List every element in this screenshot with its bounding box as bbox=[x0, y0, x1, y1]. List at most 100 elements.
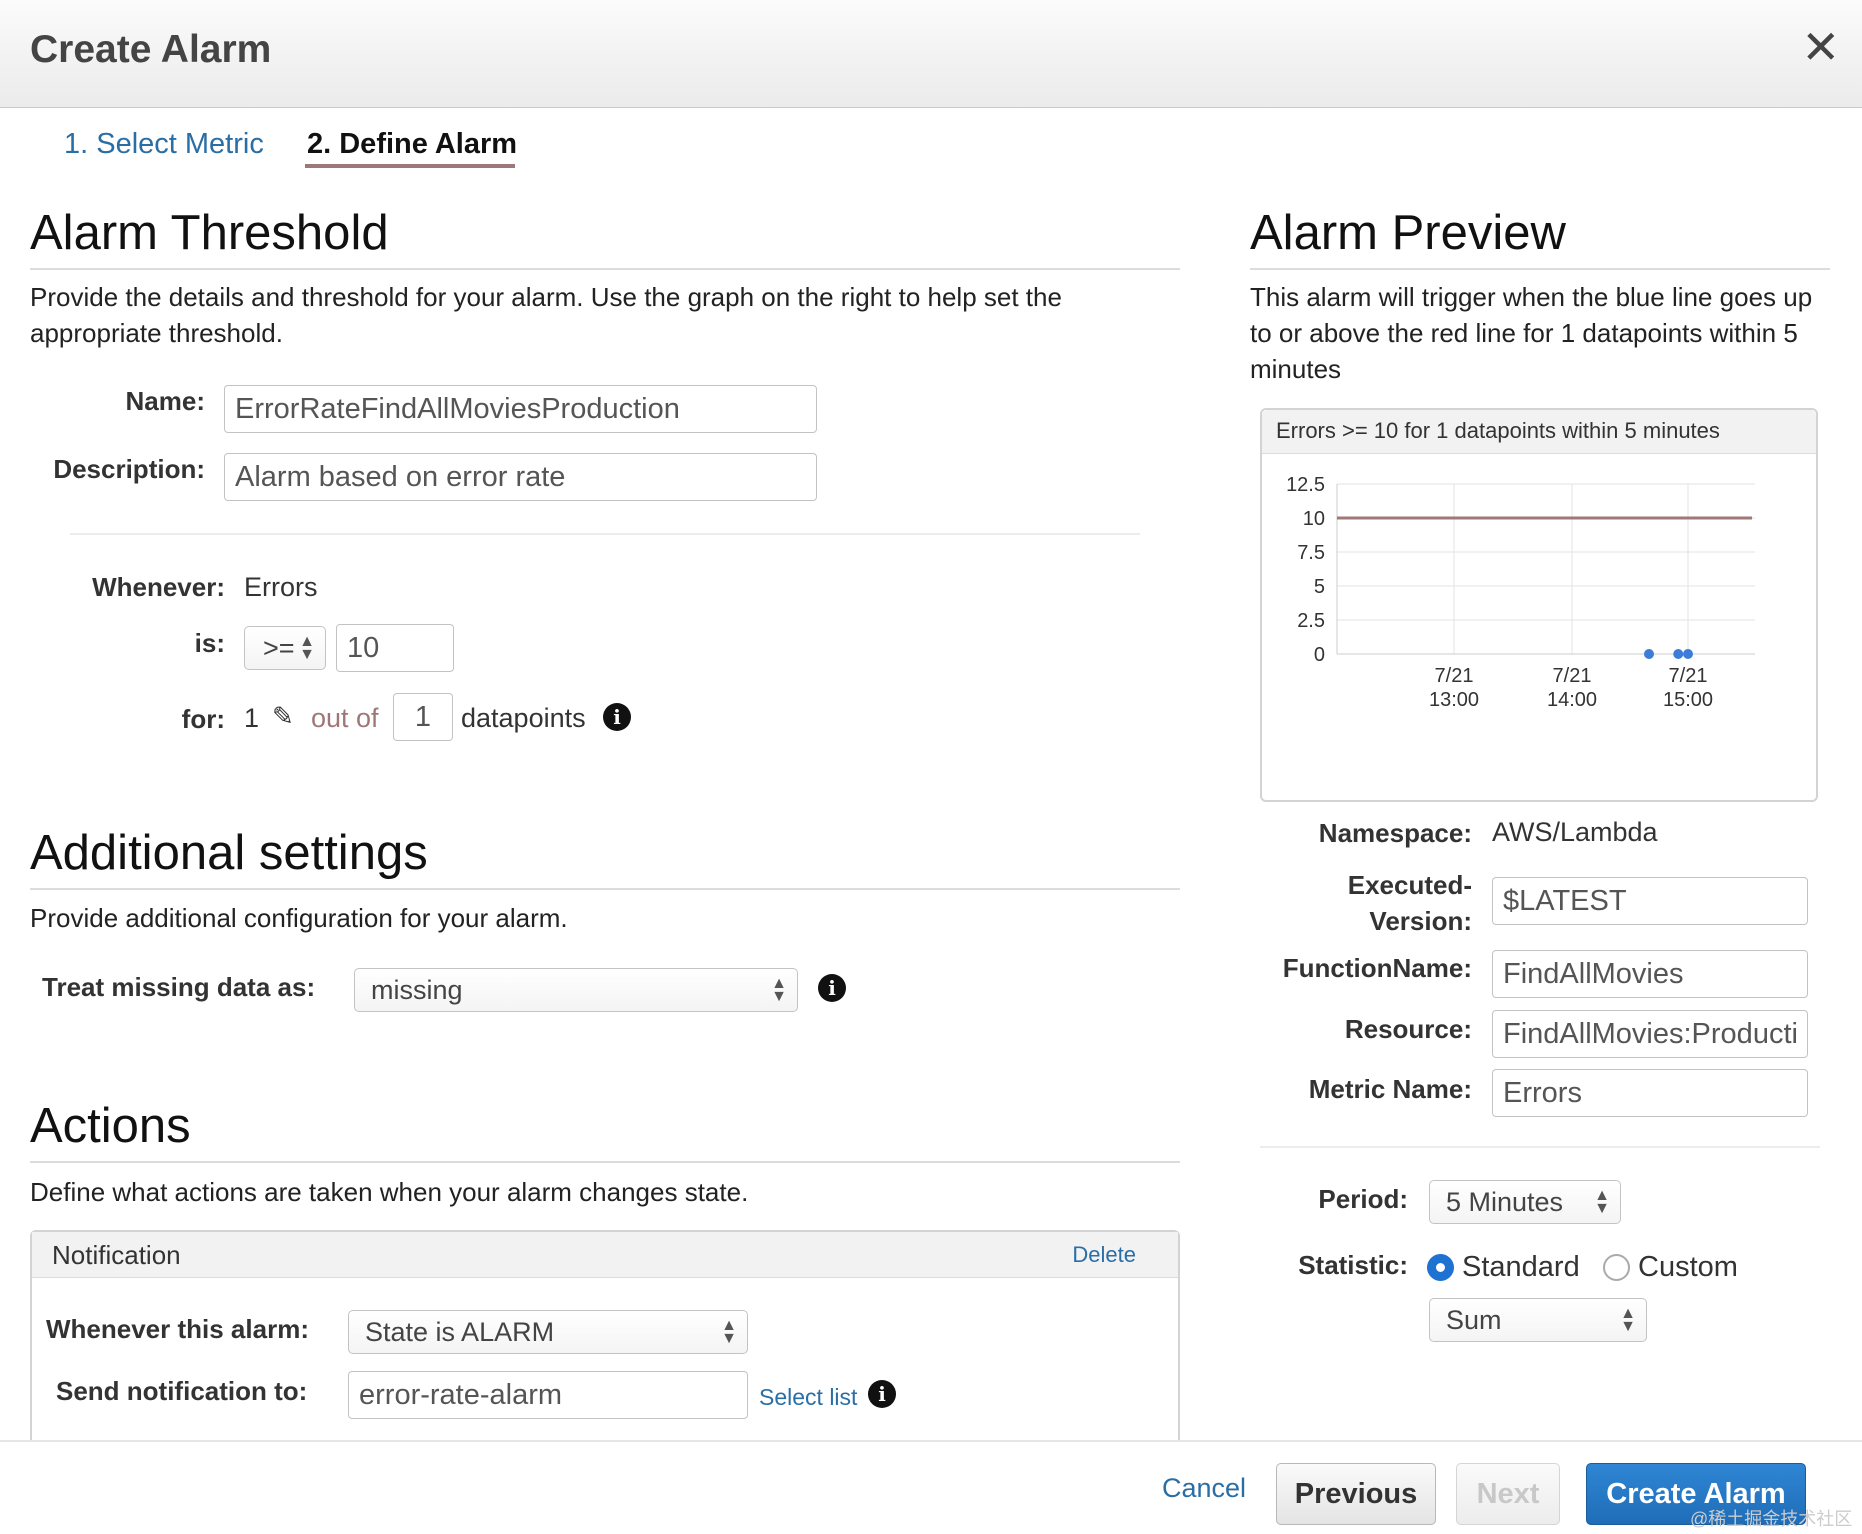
operator-value: >= bbox=[263, 633, 295, 663]
pencil-icon[interactable]: ✎ bbox=[272, 701, 294, 732]
x-tick-label: 14:00 bbox=[1547, 689, 1597, 711]
resource-label: Resource: bbox=[1344, 1014, 1472, 1044]
cancel-link[interactable]: Cancel bbox=[1162, 1473, 1246, 1504]
y-tick-label: 2.5 bbox=[1297, 610, 1325, 632]
data-point bbox=[1644, 649, 1654, 659]
active-tab-indicator bbox=[305, 164, 515, 168]
tab-define-alarm[interactable]: 2. Define Alarm bbox=[307, 128, 517, 161]
next-button[interactable]: Next bbox=[1456, 1463, 1560, 1525]
datapoints-input[interactable]: 1 bbox=[393, 693, 453, 741]
select-arrows-icon: ▲ ▼ bbox=[721, 1317, 737, 1347]
out-of-link[interactable]: out of bbox=[311, 703, 379, 734]
divider bbox=[70, 533, 1140, 535]
close-icon[interactable]: ✕ bbox=[1801, 24, 1840, 70]
x-tick-label: 7/21 bbox=[1435, 665, 1474, 687]
alarm-state-value: State is ALARM bbox=[365, 1317, 555, 1347]
alarm-name-input[interactable]: ErrorRateFindAllMoviesProduction bbox=[224, 385, 817, 433]
footer-divider bbox=[0, 1440, 1862, 1442]
namespace-label: Namespace: bbox=[1318, 818, 1472, 848]
statistic-select[interactable]: Sum ▲ ▼ bbox=[1429, 1298, 1647, 1342]
namespace-value: AWS/Lambda bbox=[1492, 817, 1658, 847]
delete-link[interactable]: Delete bbox=[1072, 1242, 1136, 1268]
for-count: 1 bbox=[244, 703, 260, 733]
actions-title: Actions bbox=[30, 1099, 191, 1153]
description-label: Description: bbox=[53, 454, 205, 484]
custom-radio[interactable] bbox=[1603, 1254, 1630, 1281]
divider bbox=[1260, 1146, 1820, 1148]
whenever-alarm-label: Whenever this alarm: bbox=[46, 1314, 309, 1344]
y-tick-label: 10 bbox=[1303, 508, 1325, 530]
period-value: 5 Minutes bbox=[1446, 1187, 1564, 1217]
actions-description: Define what actions are taken when your … bbox=[30, 1177, 749, 1207]
dialog-header: Create Alarm ✕ bbox=[0, 0, 1862, 108]
executed-version-input[interactable]: $LATEST bbox=[1492, 877, 1808, 925]
select-arrows-icon: ▲ ▼ bbox=[771, 975, 787, 1005]
alarm-preview-description: This alarm will trigger when the blue li… bbox=[1250, 282, 1813, 384]
operator-select[interactable]: >= ▲ ▼ bbox=[244, 626, 326, 670]
alarm-description-input[interactable]: Alarm based on error rate bbox=[224, 453, 817, 501]
info-icon[interactable]: i bbox=[818, 974, 846, 1002]
alarm-state-select[interactable]: State is ALARM ▲ ▼ bbox=[348, 1310, 748, 1354]
whenever-label: Whenever: bbox=[92, 572, 225, 602]
function-name-input[interactable]: FindAllMovies bbox=[1492, 950, 1808, 998]
notification-title: Notification bbox=[52, 1240, 181, 1270]
alarm-preview-chart: Errors >= 10 for 1 datapoints within 5 m… bbox=[1260, 408, 1818, 802]
data-point bbox=[1683, 649, 1693, 659]
data-point bbox=[1673, 649, 1684, 659]
info-icon[interactable]: i bbox=[868, 1380, 896, 1408]
alarm-threshold-title: Alarm Threshold bbox=[30, 206, 389, 260]
select-arrows-icon: ▲ ▼ bbox=[1594, 1187, 1610, 1217]
period-label: Period: bbox=[1318, 1184, 1408, 1214]
treat-missing-value: missing bbox=[371, 975, 463, 1005]
watermark: @稀土掘金技术社区 bbox=[1690, 1509, 1853, 1529]
x-tick-label: 15:00 bbox=[1663, 689, 1713, 711]
notification-panel-header: Notification Delete bbox=[32, 1232, 1178, 1278]
x-tick-label: 7/21 bbox=[1669, 665, 1708, 687]
divider bbox=[30, 1161, 1180, 1163]
function-name-label: FunctionName: bbox=[1282, 953, 1472, 983]
standard-radio[interactable] bbox=[1427, 1254, 1454, 1281]
standard-label: Standard bbox=[1462, 1251, 1580, 1283]
info-icon[interactable]: i bbox=[603, 703, 631, 731]
metric-name-input[interactable]: Errors bbox=[1492, 1069, 1808, 1117]
y-tick-label: 5 bbox=[1314, 576, 1325, 598]
statistic-label: Statistic: bbox=[1298, 1250, 1408, 1280]
resource-input[interactable]: FindAllMovies:Producti bbox=[1492, 1010, 1808, 1058]
y-tick-label: 0 bbox=[1314, 644, 1325, 666]
statistic-value: Sum bbox=[1446, 1305, 1502, 1335]
chart-plot: 12.5107.552.507/2113:007/2114:007/2115:0… bbox=[1286, 474, 1755, 711]
custom-label: Custom bbox=[1638, 1251, 1738, 1283]
notification-topic-input[interactable]: error-rate-alarm bbox=[348, 1371, 748, 1419]
divider bbox=[1250, 268, 1830, 270]
select-arrows-icon: ▲ ▼ bbox=[1620, 1305, 1636, 1335]
additional-settings-description: Provide additional configuration for you… bbox=[30, 903, 568, 933]
period-select[interactable]: 5 Minutes ▲ ▼ bbox=[1429, 1180, 1621, 1224]
additional-settings-title: Additional settings bbox=[30, 826, 428, 880]
dialog-title: Create Alarm bbox=[30, 28, 272, 71]
treat-missing-select[interactable]: missing ▲ ▼ bbox=[354, 968, 798, 1012]
y-tick-label: 7.5 bbox=[1297, 542, 1325, 564]
x-tick-label: 13:00 bbox=[1429, 689, 1479, 711]
threshold-input[interactable]: 10 bbox=[336, 624, 454, 672]
send-notification-label: Send notification to: bbox=[56, 1376, 308, 1406]
previous-button[interactable]: Previous bbox=[1276, 1463, 1436, 1525]
notification-panel: Notification Delete Whenever this alarm:… bbox=[30, 1230, 1180, 1440]
name-label: Name: bbox=[125, 386, 205, 416]
executed-version-label-line2: Version: bbox=[1369, 906, 1472, 936]
x-tick-label: 7/21 bbox=[1553, 665, 1592, 687]
datapoints-text: datapoints bbox=[461, 703, 586, 733]
tab-select-metric[interactable]: 1. Select Metric bbox=[64, 128, 264, 161]
whenever-metric: Errors bbox=[244, 572, 318, 602]
y-tick-label: 12.5 bbox=[1286, 474, 1325, 496]
select-list-link[interactable]: Select list bbox=[759, 1384, 857, 1411]
alarm-threshold-description: Provide the details and threshold for yo… bbox=[30, 282, 1062, 348]
divider bbox=[30, 888, 1180, 890]
chart-title: Errors >= 10 for 1 datapoints within 5 m… bbox=[1262, 410, 1816, 454]
alarm-preview-title: Alarm Preview bbox=[1250, 206, 1566, 260]
is-label: is: bbox=[194, 628, 225, 658]
executed-version-label-line1: Executed- bbox=[1347, 870, 1472, 900]
select-arrows-icon: ▲ ▼ bbox=[299, 633, 315, 663]
metric-name-label: Metric Name: bbox=[1308, 1074, 1472, 1104]
treat-missing-label: Treat missing data as: bbox=[42, 972, 316, 1002]
for-label: for: bbox=[181, 704, 225, 734]
